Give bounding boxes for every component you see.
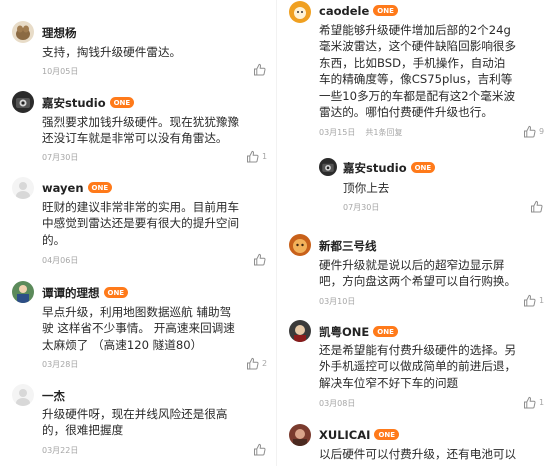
username[interactable]: caodele ONE <box>319 4 398 18</box>
thumbs-up-icon <box>253 253 266 266</box>
like-count: 9 <box>539 126 545 136</box>
owner-badge: ONE <box>103 287 129 298</box>
thumbs-up-icon <box>523 294 536 307</box>
username[interactable]: 嘉安studio ONE <box>42 95 135 111</box>
thumbs-up-icon <box>253 443 266 456</box>
comment-text: 以后硬件可以付费升级，还有电池可以 <box>319 447 517 461</box>
avatar[interactable] <box>319 158 337 176</box>
comment-date: 10月05日 <box>42 67 79 76</box>
comment-text: 硬件升级就是说以后的超窄边显示屏 吧，方向盘这两个希望可以自行购换。 <box>319 258 517 289</box>
right-comment-column: caodele ONE 希望能够升级硬件增加后部的2个24g 毫米波雷达，这个硬件… <box>277 0 554 466</box>
like-button[interactable]: 9 <box>523 124 544 138</box>
avatar[interactable] <box>12 177 34 199</box>
avatar[interactable] <box>289 1 311 23</box>
like-button[interactable] <box>253 62 266 76</box>
username[interactable]: wayen ONE <box>42 181 113 195</box>
username[interactable]: XULICAI ONE <box>319 428 400 442</box>
thumbs-up-icon <box>246 357 259 370</box>
reply-count-link[interactable]: 共1条回复 <box>365 128 402 137</box>
comment-date: 03月10日 <box>319 297 356 306</box>
comment-text: 早点升级，利用地图数据巡航 辅助驾 驶 这样省不少事情。 开高速来回调速 太麻烦… <box>42 305 235 352</box>
comment-text: 升级硬件呀，现在并线风险还是很高 的，很难把握度 <box>42 407 228 438</box>
owner-badge: ONE <box>109 97 135 108</box>
comment-text: 顶你上去 <box>343 181 390 195</box>
avatar[interactable] <box>289 424 311 446</box>
owner-badge: ONE <box>374 429 400 440</box>
like-count: 1 <box>262 151 268 161</box>
thumbs-up-icon <box>523 396 536 409</box>
comment-date: 03月08日 <box>319 399 356 408</box>
like-button[interactable] <box>253 442 266 456</box>
avatar[interactable] <box>12 91 34 113</box>
comment-date: 07月30日 <box>42 153 79 162</box>
like-button[interactable] <box>253 252 266 266</box>
comment-text: 旺财的建议非常非常的实用。目前用车 中感觉到雷达还是要有很大的提升空间 的。 <box>42 200 240 247</box>
thumbs-up-icon <box>523 125 536 138</box>
avatar[interactable] <box>289 234 311 256</box>
comment-date: 03月28日 <box>42 360 79 369</box>
like-count: 1 <box>539 295 545 305</box>
owner-badge: ONE <box>87 182 113 193</box>
like-button[interactable]: 1 <box>246 149 267 163</box>
like-count: 1 <box>539 397 545 407</box>
comment-meta: 03月15日 共1条回复 <box>319 127 402 138</box>
avatar[interactable] <box>12 281 34 303</box>
owner-badge: ONE <box>410 162 436 173</box>
comment-date: 03月15日 <box>319 128 356 137</box>
like-button[interactable]: 1 <box>523 395 544 409</box>
comment-text: 希望能够升级硬件增加后部的2个24g 毫米波雷达，这个硬件缺陷回影响很多 东西，… <box>319 23 517 120</box>
thumbs-up-icon <box>530 200 543 213</box>
comment-date: 03月22日 <box>42 446 79 455</box>
comment-text: 强烈要求加钱升级硬件。现在犹犹豫豫 还没订车就是非常可以没有角雷达。 <box>42 115 240 146</box>
like-button[interactable]: 1 <box>523 293 544 307</box>
comment-text: 还是希望能有付费升级硬件的选择。另 外手机遥控可以做成简单的前进后退， 解决车位… <box>319 343 517 390</box>
owner-badge: ONE <box>373 5 398 16</box>
comment-date: 07月30日 <box>343 203 380 212</box>
thumbs-up-icon <box>246 150 259 163</box>
left-comment-column: 理想杨 支持，掏钱升级硬件雷达。 10月05日 嘉安studio ONE 强烈要求… <box>0 0 277 466</box>
avatar[interactable] <box>289 320 311 342</box>
like-button[interactable] <box>530 199 543 213</box>
username[interactable]: 理想杨 <box>42 25 77 41</box>
username[interactable]: 一杰 <box>42 388 65 404</box>
avatar[interactable] <box>12 21 34 43</box>
username[interactable]: 嘉安studio ONE <box>343 160 436 176</box>
comment-date: 04月06日 <box>42 256 79 265</box>
avatar[interactable] <box>12 384 34 406</box>
username[interactable]: 凯粤ONE ONE <box>319 324 398 340</box>
owner-badge: ONE <box>373 326 398 337</box>
like-count: 2 <box>262 358 268 368</box>
like-button[interactable]: 2 <box>246 356 267 370</box>
comment-text: 支持，掏钱升级硬件雷达。 <box>42 45 182 59</box>
thumbs-up-icon <box>253 63 266 76</box>
username[interactable]: 新都三号线 <box>319 238 377 254</box>
username[interactable]: 谭谭的理想 ONE <box>42 285 129 301</box>
